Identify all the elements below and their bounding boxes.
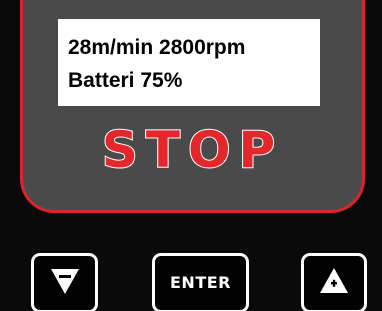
status-stop-label: STOP (101, 120, 284, 180)
lcd-screen: 28m/min 2800rpm Batteri 75% (58, 19, 320, 106)
down-triangle-minus-icon (50, 269, 79, 294)
up-button[interactable] (301, 253, 367, 311)
battery-readout: Batteri 75% (68, 69, 183, 92)
up-triangle-plus-icon (320, 268, 348, 293)
enter-button[interactable]: ENTER (152, 253, 249, 311)
down-button[interactable] (31, 253, 98, 311)
enter-label: ENTER (170, 272, 231, 292)
control-panel: 28m/min 2800rpm Batteri 75% STOP ENTER (0, 0, 382, 311)
speed-rpm-readout: 28m/min 2800rpm (68, 36, 246, 59)
